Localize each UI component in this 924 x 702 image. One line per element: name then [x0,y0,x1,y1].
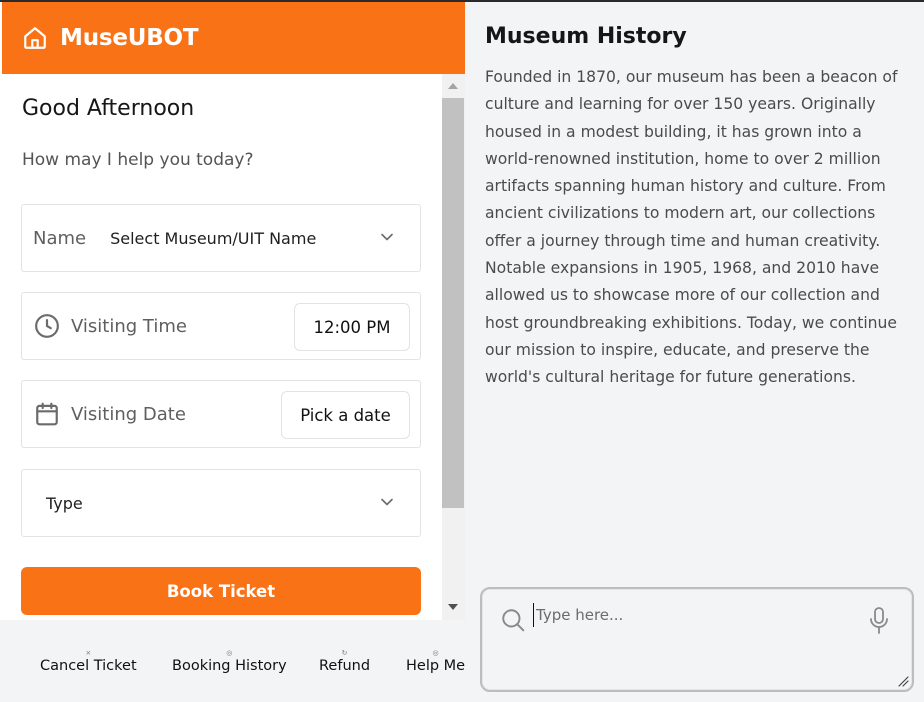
scroll-down-arrow-icon[interactable] [448,604,458,610]
help-icon: ◎ [432,649,439,657]
chat-input-box[interactable] [480,587,914,692]
scrollbar-thumb[interactable] [442,98,464,508]
nav-label: Cancel Ticket [40,658,137,674]
time-picker-button[interactable]: 12:00 PM [294,303,410,351]
history-panel: Museum History Founded in 1870, our muse… [465,2,924,702]
clock-icon [33,312,61,340]
book-ticket-button[interactable]: Book Ticket [21,567,421,615]
visiting-date-label: Visiting Date [71,403,186,425]
nav-refund[interactable]: ↻ Refund [319,648,370,674]
museum-name-value[interactable]: Select Museum/UIT Name [110,229,316,248]
nav-label: Booking History [172,658,287,674]
ticket-type-value[interactable]: Type [46,494,83,513]
scroll-up-arrow-icon[interactable] [448,83,458,89]
form-scrollbar[interactable] [442,74,465,620]
visiting-date-field: Visiting Date Pick a date [21,380,421,448]
chevron-down-icon[interactable] [380,497,394,507]
home-icon[interactable] [22,25,48,51]
refund-icon: ↻ [341,649,348,657]
calendar-icon [33,400,61,428]
ticket-type-select[interactable]: Type [21,469,421,537]
chat-message-input[interactable] [533,603,853,627]
microphone-icon[interactable] [868,606,890,636]
nav-help-me[interactable]: ◎ Help Me [406,648,465,674]
booking-panel: MuseUBOT Good Afternoon How may I help y… [0,0,465,702]
bottom-navigation: × Cancel Ticket ◎ Booking History ↻ Refu… [0,620,465,702]
greeting-subtitle: How may I help you today? [22,150,254,170]
history-icon: ◎ [226,649,233,657]
cancel-icon: × [85,649,92,657]
museum-name-select[interactable]: Name Select Museum/UIT Name [21,204,421,272]
nav-booking-history[interactable]: ◎ Booking History [172,648,287,674]
visiting-time-field: Visiting Time 12:00 PM [21,292,421,360]
history-title: Museum History [485,24,687,49]
visiting-time-label: Visiting Time [71,315,187,337]
nav-label: Help Me [406,658,465,674]
app-title: MuseUBOT [60,25,199,51]
name-label: Name [33,227,87,249]
history-body-text: Founded in 1870, our museum has been a b… [485,68,898,387]
app-header: MuseUBOT [2,2,465,74]
resize-handle-icon[interactable] [897,675,909,687]
window-top-border [0,0,924,2]
nav-cancel-ticket[interactable]: × Cancel Ticket [40,648,137,674]
date-picker-button[interactable]: Pick a date [281,391,410,439]
greeting-heading: Good Afternoon [22,96,195,121]
booking-form-scroll-area: Good Afternoon How may I help you today?… [2,74,442,620]
nav-label: Refund [319,658,371,674]
search-icon [502,609,525,632]
chevron-down-icon[interactable] [380,232,394,242]
